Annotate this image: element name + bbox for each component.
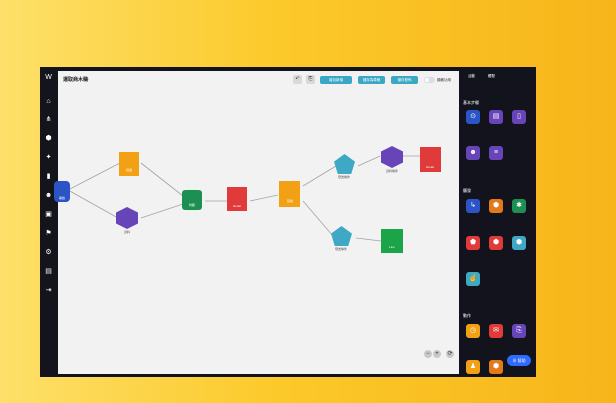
send-condition-node-label: 發送條件	[337, 175, 350, 179]
line-node[interactable]	[381, 229, 403, 253]
section-actions: 動作	[463, 313, 471, 318]
palette-tile-16[interactable]: ♟	[466, 360, 480, 374]
zoom-out-button[interactable]: −	[424, 350, 432, 358]
condition-node[interactable]	[182, 190, 202, 210]
flag-icon[interactable]: ⚑	[44, 229, 53, 238]
palette-tile-17[interactable]: ⬢	[489, 360, 503, 374]
home-icon[interactable]: ⌂	[44, 97, 53, 106]
doc-icon[interactable]: ▤	[44, 267, 53, 276]
send-condition-node-2-label: 發送條件	[334, 247, 347, 251]
palette-tile-7[interactable]: ⬢	[489, 199, 503, 213]
reset-view-button[interactable]: ⟳	[446, 350, 454, 358]
palette-tile-3[interactable]: ▯	[512, 110, 526, 124]
palette-tile-14[interactable]: ✉	[489, 324, 503, 338]
left-nav	[40, 67, 58, 377]
data-condition-node-label: 資料條件	[385, 169, 398, 173]
chart-icon[interactable]: ▮	[44, 172, 53, 181]
line-node-label: Line	[389, 245, 395, 249]
palette-tile-2[interactable]: ▤	[489, 110, 503, 124]
palette-tile-11[interactable]: ⬢	[512, 236, 526, 250]
section-triggers: 觸發	[463, 188, 471, 193]
data-node-label: 資料	[123, 230, 130, 234]
group-icon[interactable]: ▣	[44, 210, 53, 219]
delay-node-1-label: 延遲	[125, 168, 132, 172]
flow-icon[interactable]: ⋔	[44, 115, 53, 124]
magic-icon[interactable]: ✦	[44, 153, 53, 162]
email-node-2-label: Email	[426, 165, 434, 169]
palette-tile-12[interactable]: ☝	[466, 272, 480, 286]
palette-tile-13[interactable]: ◷	[466, 324, 480, 338]
palette-tile-9[interactable]: ⬟	[466, 236, 480, 250]
palette-tile-1[interactable]: ⊙	[466, 110, 480, 124]
tag-icon[interactable]: ⬢	[44, 134, 53, 143]
palette-tile-8[interactable]: ✱	[512, 199, 526, 213]
help-button[interactable]: ⊕ 幫助	[507, 355, 531, 366]
delay-node-2-label: 延遲	[286, 199, 293, 203]
logo-icon[interactable]: W	[44, 73, 53, 82]
tab-triggers[interactable]: 觸發	[488, 74, 495, 79]
palette-tile-10[interactable]: ⬢	[489, 236, 503, 250]
delay-node-2[interactable]	[279, 181, 300, 207]
condition-node-label: 判斷	[188, 203, 195, 207]
settings-icon[interactable]: ⚙	[44, 248, 53, 257]
delay-node-1[interactable]	[119, 152, 139, 176]
palette-tile-15[interactable]: ⎘	[512, 324, 526, 338]
email-node-1-label: Email	[233, 204, 241, 208]
logout-icon[interactable]: ⇥	[44, 286, 53, 295]
palette-tile-6[interactable]: ↳	[466, 199, 480, 213]
palette-tile-4[interactable]: ☻	[466, 146, 480, 160]
palette-tile-5[interactable]: ≡	[489, 146, 503, 160]
tab-activities[interactable]: 活動	[468, 74, 475, 79]
section-basic: 基本步驟	[463, 100, 479, 105]
start-node-label: 開始	[58, 196, 65, 200]
zoom-in-button[interactable]: +	[433, 350, 441, 358]
